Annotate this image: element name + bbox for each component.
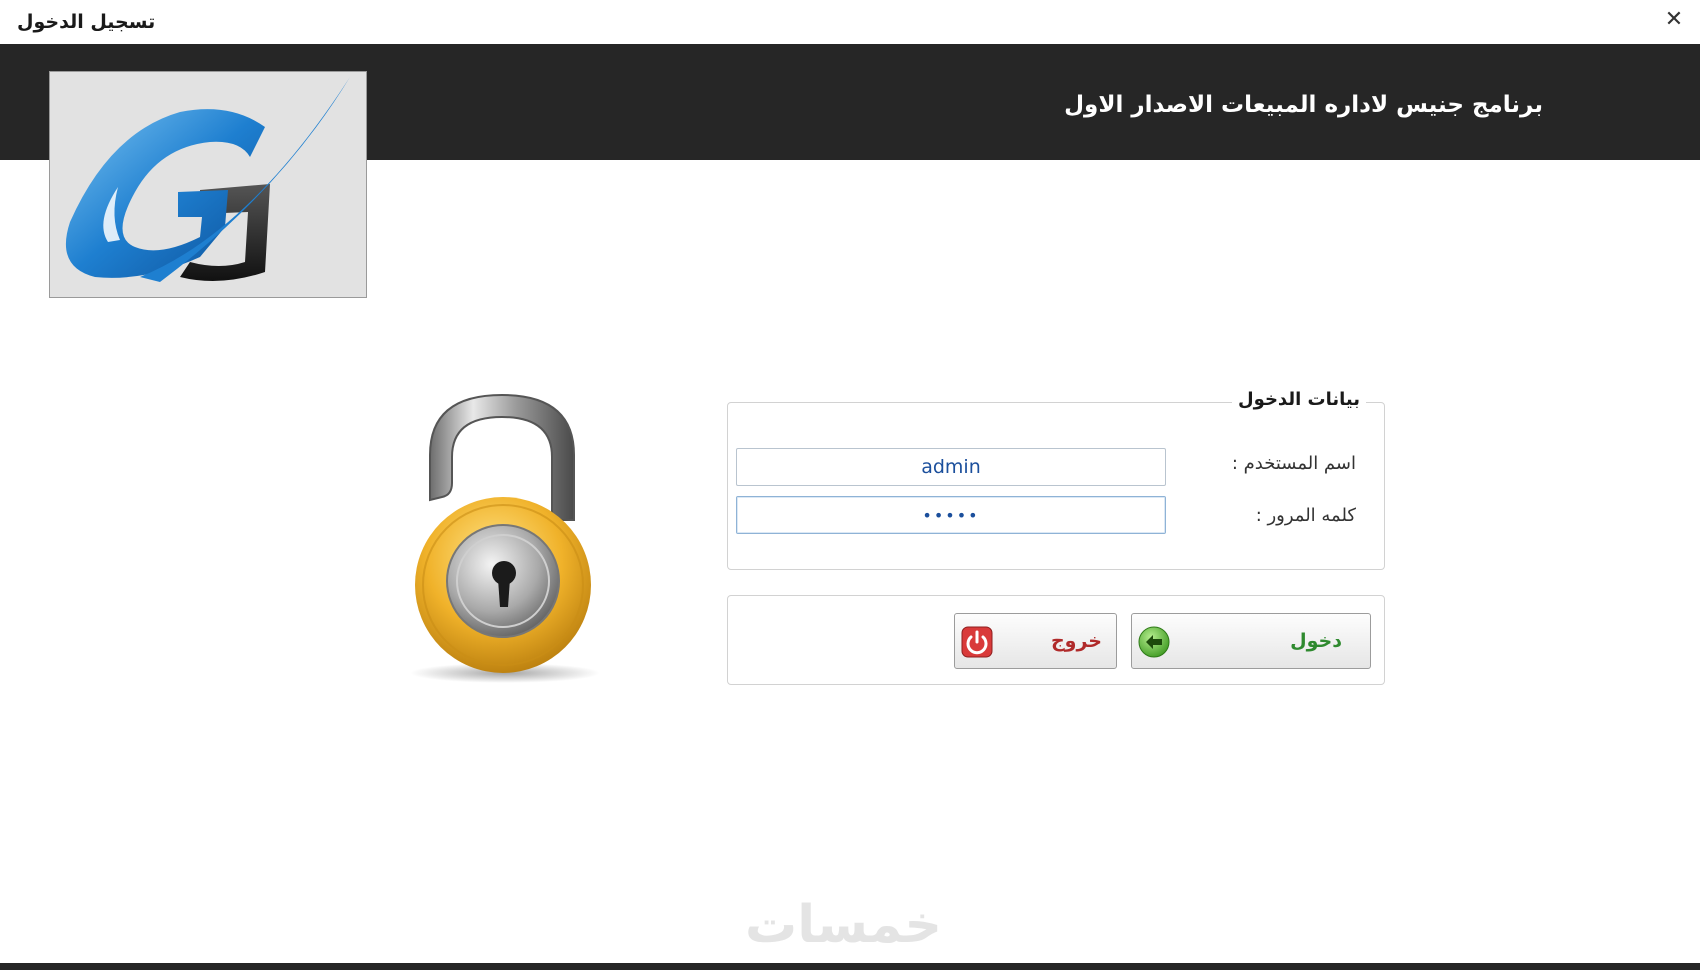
watermark: خمسات bbox=[745, 895, 943, 955]
login-credentials-group: بيانات الدخول اسم المستخدم : كلمه المرور… bbox=[727, 389, 1385, 570]
login-button[interactable]: دخول bbox=[1131, 613, 1371, 669]
exit-button-label: خروج bbox=[1050, 630, 1102, 652]
app-logo bbox=[49, 71, 367, 298]
bottom-border bbox=[0, 963, 1700, 970]
app-title: برنامج جنيس لاداره المبيعات الاصدار الاو… bbox=[1064, 92, 1543, 118]
exit-button[interactable]: خروج bbox=[954, 613, 1117, 669]
username-label: اسم المستخدم : bbox=[1231, 453, 1356, 474]
arrow-left-circle-icon bbox=[1138, 626, 1170, 658]
password-label: كلمه المرور : bbox=[1255, 505, 1356, 526]
password-input[interactable] bbox=[736, 496, 1166, 534]
window-title: تسجيل الدخول bbox=[17, 11, 156, 33]
group-legend: بيانات الدخول bbox=[1232, 389, 1366, 410]
padlock-icon bbox=[390, 385, 620, 685]
close-icon[interactable]: ✕ bbox=[1660, 6, 1688, 34]
login-button-label: دخول bbox=[1290, 630, 1342, 652]
title-bar: تسجيل الدخول ✕ bbox=[0, 0, 1700, 45]
username-input[interactable] bbox=[736, 448, 1166, 486]
power-icon bbox=[961, 626, 993, 658]
login-window: تسجيل الدخول ✕ برنامج جنيس لاداره المبيع… bbox=[0, 0, 1700, 970]
actions-panel: دخول خروج bbox=[727, 595, 1385, 685]
